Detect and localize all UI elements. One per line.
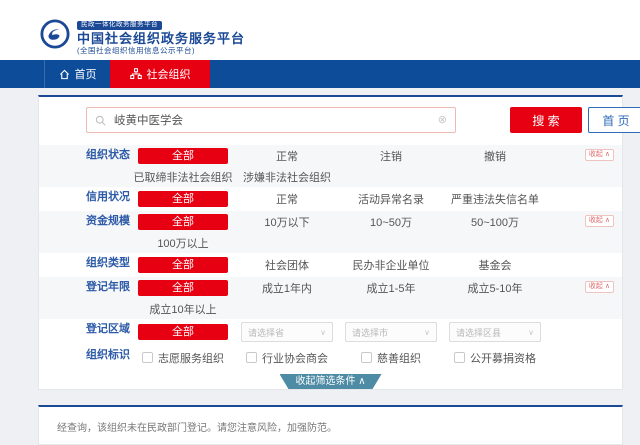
home-icon	[59, 69, 70, 80]
filter-option[interactable]: 已取缔非法社会组织	[131, 169, 235, 185]
checkbox-volunteer-org[interactable]: 志愿服务组织	[142, 350, 224, 366]
site-title: 中国社会组织政务服务平台	[77, 32, 245, 45]
logo-badge: 民政一体化政务服务平台	[77, 21, 162, 31]
checkbox-label: 公开募捐资格	[470, 350, 536, 366]
nav-home-label: 首页	[75, 66, 97, 82]
checkbox-label: 慈善组织	[377, 350, 421, 366]
filter-label: 信用状况	[86, 187, 131, 211]
home-button[interactable]: 首 页	[588, 107, 640, 133]
filter-label: 资金规模	[86, 211, 131, 253]
filter-option-selected[interactable]: 全部	[138, 148, 228, 164]
search-row: ⊗ 搜 索 首 页	[86, 107, 606, 133]
checkbox-icon	[246, 352, 257, 363]
filter-row-region: 登记区域 全部 请选择省 ∨ 请选择市 ∨	[39, 319, 622, 345]
site-subtitle: (全国社会组织信用信息公示平台)	[77, 47, 245, 55]
row-collapse-button[interactable]: 收起 ∧	[585, 215, 614, 227]
filter-option-selected[interactable]: 全部	[138, 257, 228, 273]
filter-option-selected[interactable]: 全部	[138, 280, 228, 296]
nav-org-label: 社会组织	[147, 66, 191, 82]
filter-option[interactable]: 活动异常名录	[339, 191, 443, 207]
filter-option[interactable]: 100万以上	[131, 235, 235, 251]
collapse-filters-button[interactable]: 收起筛选条件 ∧	[279, 374, 381, 389]
province-select[interactable]: 请选择省 ∨	[241, 322, 333, 342]
filter-option[interactable]: 正常	[235, 148, 339, 164]
site-logo: 民政一体化政务服务平台 中国社会组织政务服务平台 (全国社会组织信用信息公示平台…	[40, 14, 245, 55]
row-collapse-button[interactable]: 收起 ∧	[585, 281, 614, 293]
nav-item-social-org[interactable]: 社会组织	[110, 60, 210, 88]
checkbox-icon	[361, 352, 372, 363]
filter-option[interactable]: 涉嫌非法社会组织	[235, 169, 339, 185]
filter-option[interactable]: 成立5-10年	[443, 280, 547, 296]
filter-option[interactable]: 严重违法失信名单	[443, 191, 547, 207]
checkbox-icon	[454, 352, 465, 363]
filter-option[interactable]: 撤销	[443, 148, 547, 164]
result-notice-text: 经查询，该组织未在民政部门登记。请您注意风险，加强防范。	[57, 419, 604, 434]
filter-label: 组织状态	[86, 145, 131, 187]
checkbox-label: 志愿服务组织	[158, 350, 224, 366]
filter-option-selected[interactable]: 全部	[138, 214, 228, 230]
filter-row-reg-years: 登记年限 全部 成立1年内 成立1-5年 成立5-10年 成立10年以上 收起 …	[39, 277, 622, 319]
filter-label: 组织类型	[86, 253, 131, 277]
clear-input-icon[interactable]: ⊗	[438, 115, 447, 126]
nav-divider	[0, 60, 45, 88]
filter-label: 登记区域	[86, 319, 131, 345]
chevron-down-icon: ∨	[320, 328, 326, 337]
filter-option[interactable]: 正常	[235, 191, 339, 207]
filter-option[interactable]: 成立1年内	[235, 280, 339, 296]
filter-option[interactable]: 基金会	[443, 257, 547, 273]
filter-label: 登记年限	[86, 277, 131, 319]
filter-option[interactable]: 50~100万	[443, 214, 547, 230]
province-select-placeholder: 请选择省	[248, 326, 284, 339]
filter-row-credit-status: 信用状况 全部 正常 活动异常名录 严重违法失信名单	[39, 187, 622, 211]
filter-row-org-status: 组织状态 全部 正常 注销 撤销 已取缔非法社会组织 涉嫌非法社会组织 收起 ∧	[39, 145, 622, 187]
platform-logo-icon	[40, 19, 70, 49]
result-notice-card: 经查询，该组织未在民政部门登记。请您注意风险，加强防范。	[38, 405, 623, 445]
checkbox-icon	[142, 352, 153, 363]
filter-option[interactable]: 社会团体	[235, 257, 339, 273]
filter-row-fund-scale: 资金规模 全部 10万以下 10~50万 50~100万 100万以上 收起 ∧	[39, 211, 622, 253]
chevron-down-icon: ∨	[424, 328, 430, 337]
filter-option[interactable]: 10~50万	[339, 214, 443, 230]
city-select[interactable]: 请选择市 ∨	[345, 322, 437, 342]
district-select[interactable]: 请选择区县 ∨	[449, 322, 541, 342]
search-button[interactable]: 搜 索	[510, 107, 582, 133]
search-filter-card: ⊗ 搜 索 首 页 组织状态 全部 正常 注销 撤销 已取缔非法社会组织 涉嫌非…	[38, 95, 623, 390]
filter-option[interactable]: 成立1-5年	[339, 280, 443, 296]
row-collapse-button[interactable]: 收起 ∧	[585, 149, 614, 161]
search-icon	[95, 115, 106, 126]
nav-item-home[interactable]: 首页	[45, 60, 110, 88]
filter-option[interactable]: 注销	[339, 148, 443, 164]
filter-panel: 组织状态 全部 正常 注销 撤销 已取缔非法社会组织 涉嫌非法社会组织 收起 ∧…	[39, 145, 622, 371]
checkbox-industry-assoc[interactable]: 行业协会商会	[246, 350, 328, 366]
search-input[interactable]	[114, 114, 438, 126]
site-header: 民政一体化政务服务平台 中国社会组织政务服务平台 (全国社会组织信用信息公示平台…	[0, 0, 640, 60]
checkbox-charity-org[interactable]: 慈善组织	[361, 350, 421, 366]
chevron-down-icon: ∨	[528, 328, 534, 337]
checkbox-label: 行业协会商会	[262, 350, 328, 366]
filter-label: 组织标识	[86, 345, 131, 371]
checkbox-public-fundraising[interactable]: 公开募捐资格	[454, 350, 536, 366]
org-network-icon	[130, 68, 142, 80]
main-navbar: 首页 社会组织	[0, 60, 640, 88]
filter-row-org-type: 组织类型 全部 社会团体 民办非企业单位 基金会	[39, 253, 622, 277]
city-select-placeholder: 请选择市	[352, 326, 388, 339]
filter-option-selected[interactable]: 全部	[138, 191, 228, 207]
filter-option[interactable]: 10万以下	[235, 214, 339, 230]
filter-row-org-tags: 组织标识 志愿服务组织 行业协会商会	[39, 345, 622, 371]
district-select-placeholder: 请选择区县	[456, 326, 501, 339]
filter-option[interactable]: 民办非企业单位	[339, 257, 443, 273]
filter-option-selected[interactable]: 全部	[138, 324, 228, 340]
search-box: ⊗	[86, 107, 456, 133]
filter-option[interactable]: 成立10年以上	[131, 301, 235, 317]
